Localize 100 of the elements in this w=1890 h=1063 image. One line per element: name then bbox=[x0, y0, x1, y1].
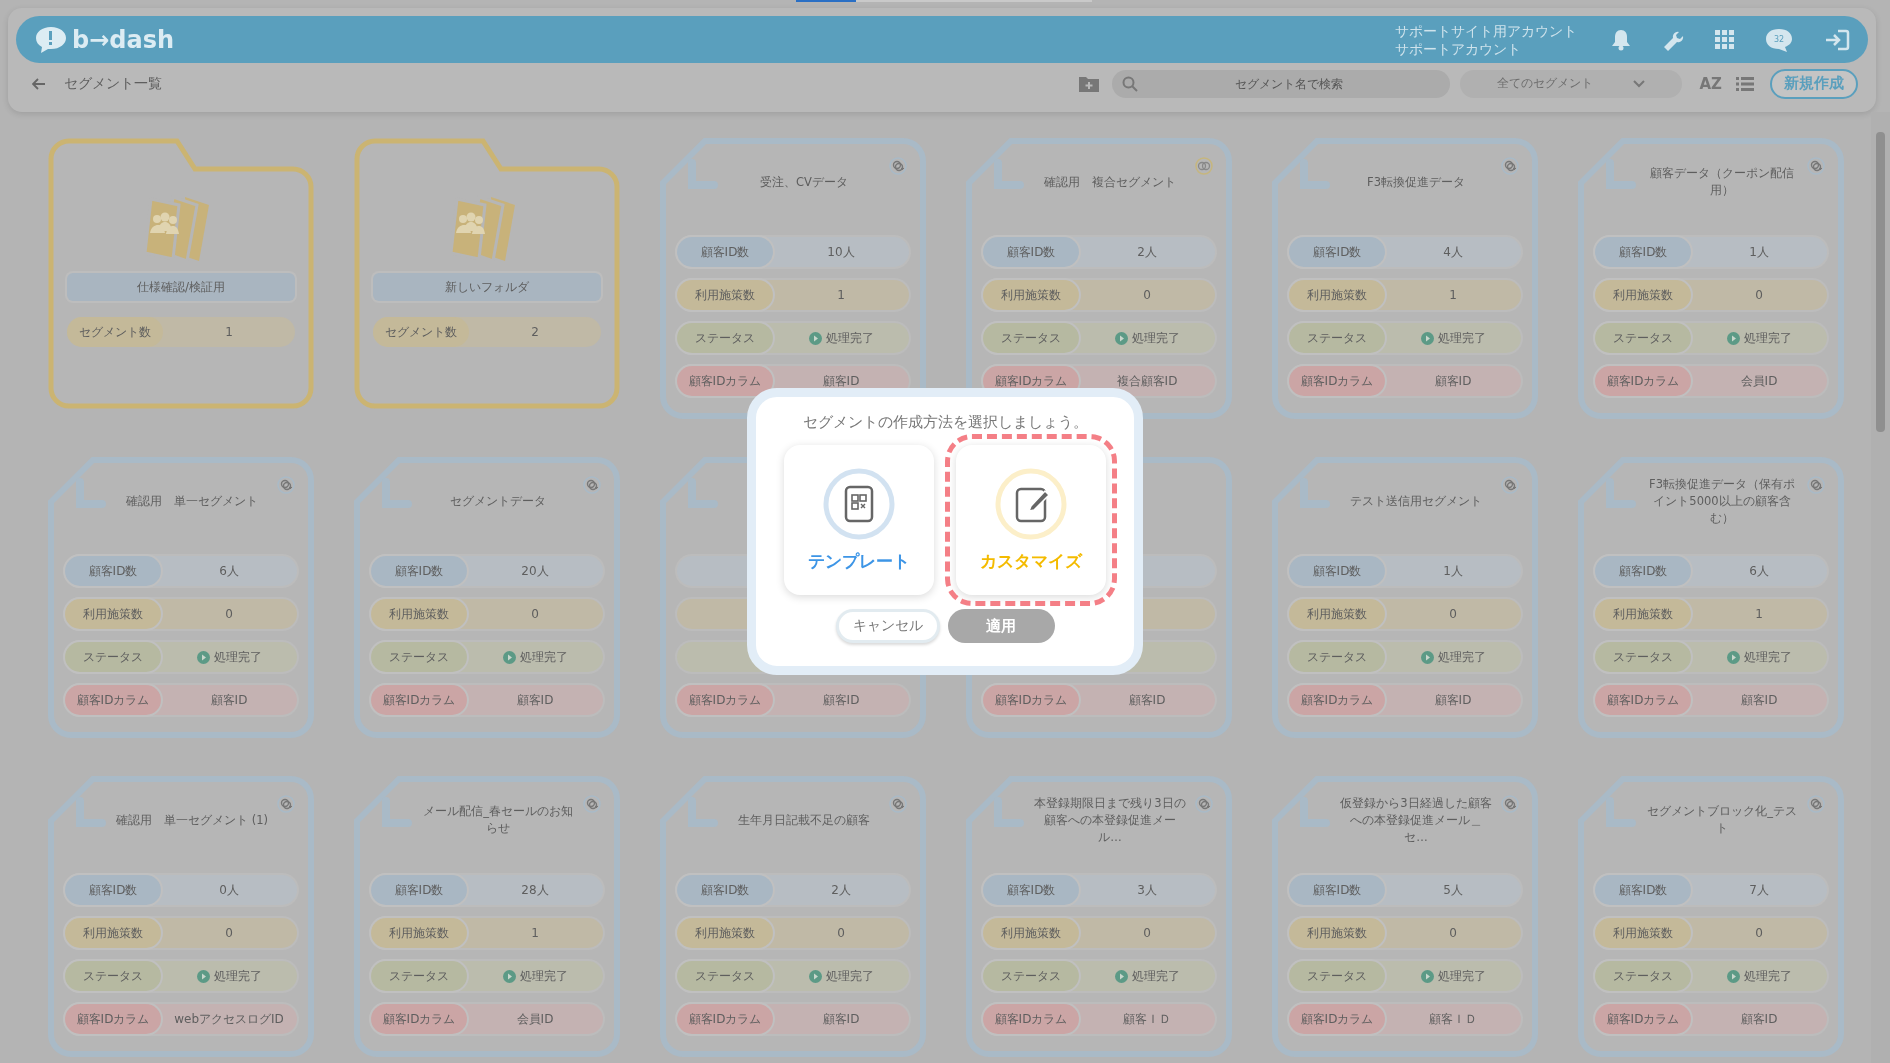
field-value: 0 bbox=[1143, 288, 1151, 302]
field-label: 顧客IDカラム bbox=[983, 1004, 1079, 1034]
field-value: 顧客ID bbox=[1434, 691, 1472, 709]
logo[interactable]: b→dash bbox=[34, 24, 175, 55]
play-status-icon bbox=[1726, 331, 1740, 345]
segment-title[interactable]: 本登録期限日まで残り3日の顧客への本登録促進メール… bbox=[1033, 794, 1187, 846]
status-text: 処理完了 bbox=[825, 967, 874, 985]
status-text: 処理完了 bbox=[519, 967, 568, 985]
play-status-icon bbox=[1726, 969, 1740, 983]
field-label: ステータス bbox=[371, 642, 467, 672]
folder-name[interactable]: 新しいフォルダ bbox=[373, 273, 601, 301]
field-value: 顧客ID bbox=[822, 372, 860, 390]
field-value: 3人 bbox=[1137, 881, 1157, 899]
field-label: 利用施策数 bbox=[677, 918, 773, 948]
folder-name[interactable]: 仕様確認/検証用 bbox=[67, 273, 295, 301]
field-value: 1 bbox=[1449, 288, 1457, 302]
field-label: ステータス bbox=[1289, 323, 1385, 353]
field-value: 顧客ID bbox=[1434, 372, 1472, 390]
play-status-icon bbox=[808, 969, 822, 983]
segment-title[interactable]: 受注、CVデータ bbox=[727, 173, 881, 191]
play-status-icon bbox=[1114, 331, 1128, 345]
segment-title[interactable]: メール配信_春セールのお知らせ bbox=[421, 803, 575, 837]
apps-grid-icon[interactable] bbox=[1715, 30, 1734, 49]
play-status-icon bbox=[196, 650, 210, 664]
sort-button[interactable]: AZ bbox=[1699, 74, 1722, 93]
segment-title[interactable]: 確認用 単一セグメント bbox=[115, 492, 269, 510]
field-label: 顧客ID数 bbox=[983, 237, 1079, 267]
segment-title[interactable]: 顧客データ（クーポン配信用） bbox=[1645, 165, 1799, 199]
segment-title[interactable]: セグメントブロック化_テスト bbox=[1645, 803, 1799, 837]
field-label: 利用施策数 bbox=[371, 918, 467, 948]
field-value: 0 bbox=[837, 926, 845, 940]
field-label: ステータス bbox=[65, 642, 161, 672]
field-value: 0 bbox=[1755, 288, 1763, 302]
segment-title[interactable]: 生年月日記載不足の顧客 bbox=[727, 811, 881, 829]
field-value: 6人 bbox=[1749, 562, 1769, 580]
linked-rings-icon[interactable] bbox=[1195, 157, 1213, 175]
sign-out-icon[interactable] bbox=[1824, 28, 1850, 51]
page-title: セグメント一覧 bbox=[64, 74, 162, 93]
status-text: 処理完了 bbox=[825, 329, 874, 347]
field-label: 顧客IDカラム bbox=[677, 366, 773, 396]
segment-title[interactable]: テスト送信用セグメント bbox=[1339, 492, 1493, 510]
new-button[interactable]: 新規作成 bbox=[1770, 68, 1858, 99]
search-field[interactable]: セグメント名で検索 bbox=[1137, 75, 1440, 92]
segment-title[interactable]: セグメントデータ bbox=[421, 492, 575, 510]
field-label: 顧客ID数 bbox=[1595, 875, 1691, 905]
segment-title[interactable]: 確認用 複合セグメント bbox=[1033, 173, 1187, 191]
field-label: 顧客IDカラム bbox=[371, 685, 467, 715]
chevron-down-icon bbox=[1632, 79, 1645, 88]
field-label: 顧客ID数 bbox=[371, 875, 467, 905]
status-text: 処理完了 bbox=[1437, 329, 1486, 347]
segment-title[interactable]: F3転換促進データ（保有ポイント5000以上の顧客含む） bbox=[1645, 475, 1799, 527]
folder-add-icon[interactable] bbox=[1077, 74, 1100, 93]
status-text: 処理完了 bbox=[519, 648, 568, 666]
status-text: 処理完了 bbox=[1437, 967, 1486, 985]
field-label: ステータス bbox=[677, 323, 773, 353]
field-value: 28人 bbox=[521, 881, 549, 899]
field-label: ステータス bbox=[983, 961, 1079, 991]
field-value: 6人 bbox=[219, 562, 239, 580]
field-value: 顧客ID bbox=[1740, 691, 1778, 709]
field-value: 20人 bbox=[521, 562, 549, 580]
field-label: 顧客IDカラム bbox=[371, 1004, 467, 1034]
field-value: 0 bbox=[1143, 926, 1151, 940]
field-label: ステータス bbox=[983, 323, 1079, 353]
field-label: 顧客ID数 bbox=[677, 875, 773, 905]
search-bar[interactable]: セグメント名で検索 bbox=[1111, 69, 1450, 98]
play-status-icon bbox=[1114, 969, 1128, 983]
field-value: 1 bbox=[531, 926, 539, 940]
field-value: 1 bbox=[224, 325, 234, 339]
field-label: 利用施策数 bbox=[677, 280, 773, 310]
cancel-button[interactable]: キャンセル bbox=[835, 609, 940, 643]
field-label: 顧客IDカラム bbox=[677, 1004, 773, 1034]
field-label: 顧客ID数 bbox=[1595, 237, 1691, 267]
field-value: 1 bbox=[837, 288, 845, 302]
template-option[interactable]: テンプレート bbox=[784, 445, 934, 595]
dialog-prompt: セグメントの作成方法を選択しましょう。 bbox=[801, 413, 1089, 432]
segment-title[interactable]: 仮登録から3日経過した顧客への本登録促進メール＿セ… bbox=[1339, 794, 1493, 846]
field-value: 0 bbox=[225, 926, 233, 940]
field-label: 顧客ID数 bbox=[65, 875, 161, 905]
field-label: 利用施策数 bbox=[983, 280, 1079, 310]
field-label: 顧客ID数 bbox=[1289, 556, 1385, 586]
field-value: 1人 bbox=[1749, 243, 1769, 261]
field-label: 顧客IDカラム bbox=[1595, 366, 1691, 396]
account-name: サポートサイト用アカウント サポートアカウント bbox=[1395, 21, 1577, 58]
speech-bubble-icon bbox=[34, 24, 68, 55]
back-arrow-icon[interactable] bbox=[32, 77, 46, 90]
play-status-icon bbox=[808, 331, 822, 345]
field-value: 0 bbox=[225, 607, 233, 621]
scrollbar-thumb[interactable] bbox=[1876, 132, 1885, 432]
field-label: 顧客IDカラム bbox=[1595, 1004, 1691, 1034]
field-label: 利用施策数 bbox=[1595, 280, 1691, 310]
field-value: 0 bbox=[531, 607, 539, 621]
field-label: 利用施策数 bbox=[1289, 918, 1385, 948]
segment-title[interactable]: 確認用 単一セグメント (1) bbox=[115, 811, 269, 829]
field-value: 顧客ID bbox=[516, 691, 554, 709]
list-view-icon[interactable] bbox=[1736, 75, 1754, 92]
edit-document-icon bbox=[995, 467, 1067, 540]
bell-icon[interactable] bbox=[1611, 28, 1631, 51]
field-label: 利用施策数 bbox=[983, 918, 1079, 948]
notification-badge[interactable]: 32 bbox=[1764, 26, 1794, 53]
segment-title[interactable]: F3転換促進データ bbox=[1339, 173, 1493, 191]
